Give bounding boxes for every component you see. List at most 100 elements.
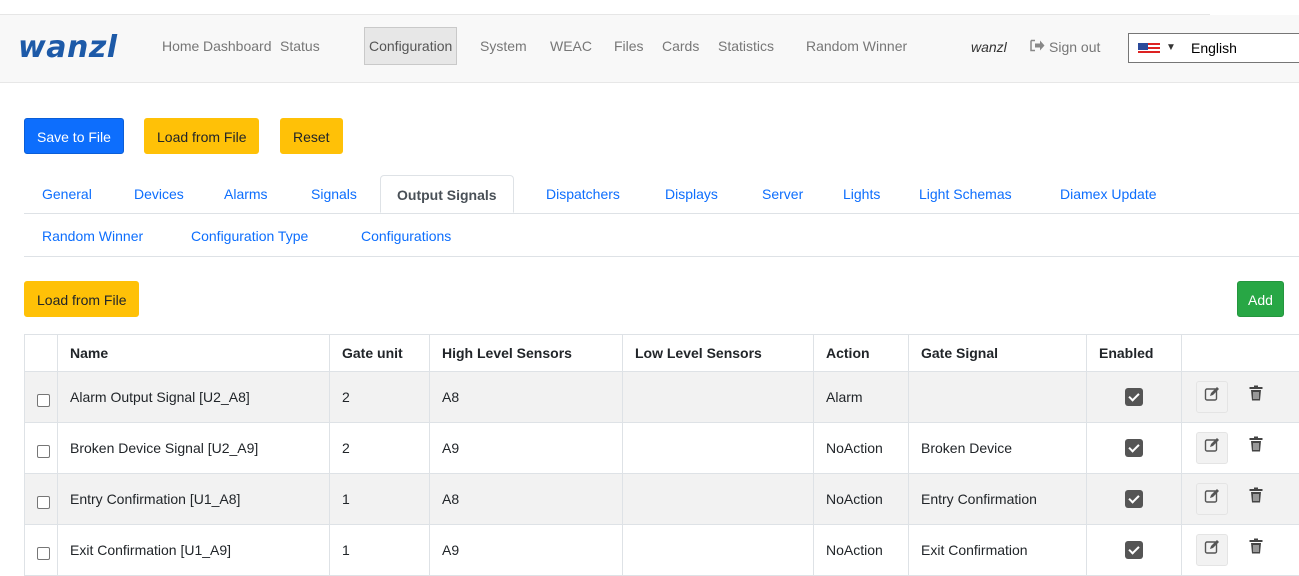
cell-gate-unit: 1 xyxy=(330,474,430,525)
sign-out-link[interactable]: Sign out xyxy=(1030,39,1100,55)
sign-in-arrow-icon xyxy=(1030,39,1045,55)
cell-gate-signal: Broken Device xyxy=(909,423,1087,474)
enabled-check-icon xyxy=(1125,490,1143,508)
cell-low-level-sensors xyxy=(623,474,814,525)
save-to-file-button[interactable]: Save to File xyxy=(24,118,124,154)
trash-icon xyxy=(1249,541,1263,557)
column-header-low-level-sensors[interactable]: Low Level Sensors xyxy=(623,335,814,372)
cell-high-level-sensors: A8 xyxy=(430,372,623,423)
nav-home[interactable]: Home xyxy=(158,27,203,65)
add-button[interactable]: Add xyxy=(1237,281,1284,317)
tab-displays[interactable]: Displays xyxy=(665,175,718,213)
nav-statistics[interactable]: Statistics xyxy=(714,27,778,65)
cell-gate-unit: 2 xyxy=(330,423,430,474)
top-strip xyxy=(0,0,1210,15)
row-checkbox[interactable] xyxy=(37,394,50,407)
row-select-cell xyxy=(25,474,58,525)
cell-enabled xyxy=(1087,474,1182,525)
cell-name: Broken Device Signal [U2_A9] xyxy=(58,423,330,474)
tab-signals[interactable]: Signals xyxy=(311,175,357,213)
column-header-high-level-sensors[interactable]: High Level Sensors xyxy=(430,335,623,372)
delete-button[interactable] xyxy=(1240,381,1272,413)
cell-actions xyxy=(1182,525,1299,576)
nav-status[interactable]: Status xyxy=(276,27,324,65)
tab-server[interactable]: Server xyxy=(762,175,803,213)
column-header-name[interactable]: Name xyxy=(58,335,330,372)
cell-gate-signal: Exit Confirmation xyxy=(909,525,1087,576)
actions-column-header xyxy=(1182,335,1299,372)
wanzl-logo[interactable]: wanzl xyxy=(18,33,118,63)
cell-high-level-sensors: A9 xyxy=(430,525,623,576)
enabled-check-icon xyxy=(1125,388,1143,406)
nav-files[interactable]: Files xyxy=(610,27,648,65)
cell-enabled xyxy=(1087,372,1182,423)
cell-gate-signal xyxy=(909,372,1087,423)
edit-button[interactable] xyxy=(1196,534,1228,566)
nav-configuration[interactable]: Configuration xyxy=(364,27,457,65)
us-flag-icon xyxy=(1138,43,1160,55)
row-select-cell xyxy=(25,423,58,474)
pencil-square-icon xyxy=(1204,389,1220,405)
cell-gate-signal: Entry Confirmation xyxy=(909,474,1087,525)
column-header-gate-unit[interactable]: Gate unit xyxy=(330,335,430,372)
tab-alarms[interactable]: Alarms xyxy=(224,175,268,213)
column-header-action[interactable]: Action xyxy=(814,335,909,372)
row-checkbox[interactable] xyxy=(37,496,50,509)
nav-weac[interactable]: WEAC xyxy=(546,27,596,65)
table-row: Broken Device Signal [U2_A9] 2 A9 NoActi… xyxy=(25,423,1299,474)
tabs-divider xyxy=(24,213,1299,214)
enabled-check-icon xyxy=(1125,541,1143,559)
row-select-cell xyxy=(25,372,58,423)
edit-button[interactable] xyxy=(1196,381,1228,413)
delete-button[interactable] xyxy=(1240,483,1272,515)
tab-general[interactable]: General xyxy=(42,175,92,213)
load-from-file-button[interactable]: Load from File xyxy=(144,118,259,154)
table-row: Exit Confirmation [U1_A9] 1 A9 NoAction … xyxy=(25,525,1299,576)
tab-configuration-type[interactable]: Configuration Type xyxy=(191,217,308,255)
tab-diamex-update[interactable]: Diamex Update xyxy=(1060,175,1157,213)
cell-name: Entry Confirmation [U1_A8] xyxy=(58,474,330,525)
navbar: wanzl Home Dashboard Status Configuratio… xyxy=(0,15,1299,83)
tab-devices[interactable]: Devices xyxy=(134,175,184,213)
cell-actions xyxy=(1182,474,1299,525)
nav-system[interactable]: System xyxy=(476,27,531,65)
table-header-row: Name Gate unit High Level Sensors Low Le… xyxy=(25,335,1299,372)
reset-button[interactable]: Reset xyxy=(280,118,343,154)
row-select-cell xyxy=(25,525,58,576)
pencil-square-icon xyxy=(1204,440,1220,456)
nav-dashboard[interactable]: Dashboard xyxy=(199,27,276,65)
cell-name: Exit Confirmation [U1_A9] xyxy=(58,525,330,576)
cell-gate-unit: 2 xyxy=(330,372,430,423)
trash-icon xyxy=(1249,439,1263,455)
enabled-check-icon xyxy=(1125,439,1143,457)
cell-low-level-sensors xyxy=(623,423,814,474)
edit-button[interactable] xyxy=(1196,483,1228,515)
column-header-gate-signal[interactable]: Gate Signal xyxy=(909,335,1087,372)
cell-low-level-sensors xyxy=(623,525,814,576)
tab-output-signals[interactable]: Output Signals xyxy=(380,175,514,213)
edit-button[interactable] xyxy=(1196,432,1228,464)
pencil-square-icon xyxy=(1204,542,1220,558)
language-select[interactable]: ▼ English xyxy=(1128,33,1299,63)
tab-lights[interactable]: Lights xyxy=(843,175,880,213)
cell-action: Alarm xyxy=(814,372,909,423)
delete-button[interactable] xyxy=(1240,534,1272,566)
select-column-header xyxy=(25,335,58,372)
nav-cards[interactable]: Cards xyxy=(658,27,703,65)
trash-icon xyxy=(1249,490,1263,506)
section-load-from-file-button[interactable]: Load from File xyxy=(24,281,139,317)
row-checkbox[interactable] xyxy=(37,445,50,458)
chevron-down-icon: ▼ xyxy=(1166,40,1176,56)
cell-high-level-sensors: A8 xyxy=(430,474,623,525)
tab-configurations[interactable]: Configurations xyxy=(361,217,451,255)
tab-random-winner[interactable]: Random Winner xyxy=(42,217,143,255)
user-name: wanzl xyxy=(971,39,1007,55)
nav-random-winner[interactable]: Random Winner xyxy=(802,27,911,65)
tab-dispatchers[interactable]: Dispatchers xyxy=(546,175,620,213)
delete-button[interactable] xyxy=(1240,432,1272,464)
cell-enabled xyxy=(1087,525,1182,576)
row-checkbox[interactable] xyxy=(37,547,50,560)
column-header-enabled[interactable]: Enabled xyxy=(1087,335,1182,372)
cell-high-level-sensors: A9 xyxy=(430,423,623,474)
tab-light-schemas[interactable]: Light Schemas xyxy=(919,175,1012,213)
